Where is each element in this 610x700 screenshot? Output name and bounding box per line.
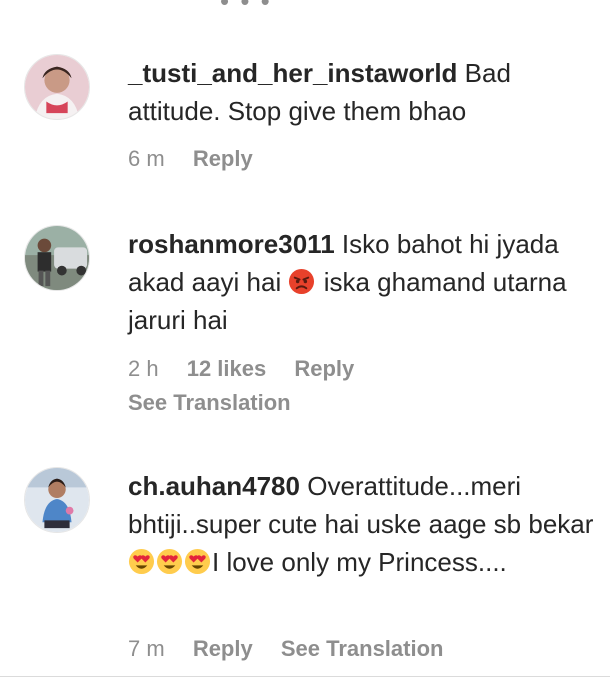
comment-meta: 7 m Reply See Translation (128, 636, 465, 662)
reply-button[interactable]: Reply (294, 356, 354, 381)
heart-eyes-emoji-icon (184, 548, 211, 575)
comment-meta: 2 h 12 likes Reply (128, 356, 376, 382)
comment-username[interactable]: _tusti_and_her_instaworld (128, 58, 457, 88)
heart-eyes-emoji-icon (128, 548, 155, 575)
heart-eyes-emoji-icon (156, 548, 183, 575)
previous-content-fragment: • • • (0, 0, 610, 10)
reply-button[interactable]: Reply (193, 146, 253, 171)
comment-time: 6 m (128, 146, 165, 171)
see-translation-button[interactable]: See Translation (128, 390, 291, 416)
comment-time: 2 h (128, 356, 159, 381)
comment-time: 7 m (128, 636, 165, 661)
see-translation-button[interactable]: See Translation (281, 636, 444, 661)
comment-meta: 6 m Reply (128, 146, 275, 172)
avatar[interactable] (24, 225, 90, 291)
divider (0, 676, 610, 677)
comment-username[interactable]: roshanmore3011 (128, 229, 335, 259)
comment-text: roshanmore3011 Isko bahot hi jyada akad … (128, 225, 596, 339)
angry-face-emoji-icon (289, 268, 315, 295)
avatar-photo-icon (25, 226, 89, 290)
avatar[interactable] (24, 54, 90, 120)
avatar[interactable] (24, 467, 90, 533)
comment-body-part: I love only my Princess.... (212, 547, 507, 577)
likes-count-button[interactable]: 12 likes (187, 356, 267, 381)
comment-text: ch.auhan4780 Overattitude...meri bhtiji.… (128, 467, 596, 581)
comment-text: _tusti_and_her_instaworld Bad attitude. … (128, 54, 596, 130)
avatar-photo-icon (25, 55, 89, 119)
avatar-photo-icon (25, 468, 89, 532)
reply-button[interactable]: Reply (193, 636, 253, 661)
comment-username[interactable]: ch.auhan4780 (128, 471, 300, 501)
